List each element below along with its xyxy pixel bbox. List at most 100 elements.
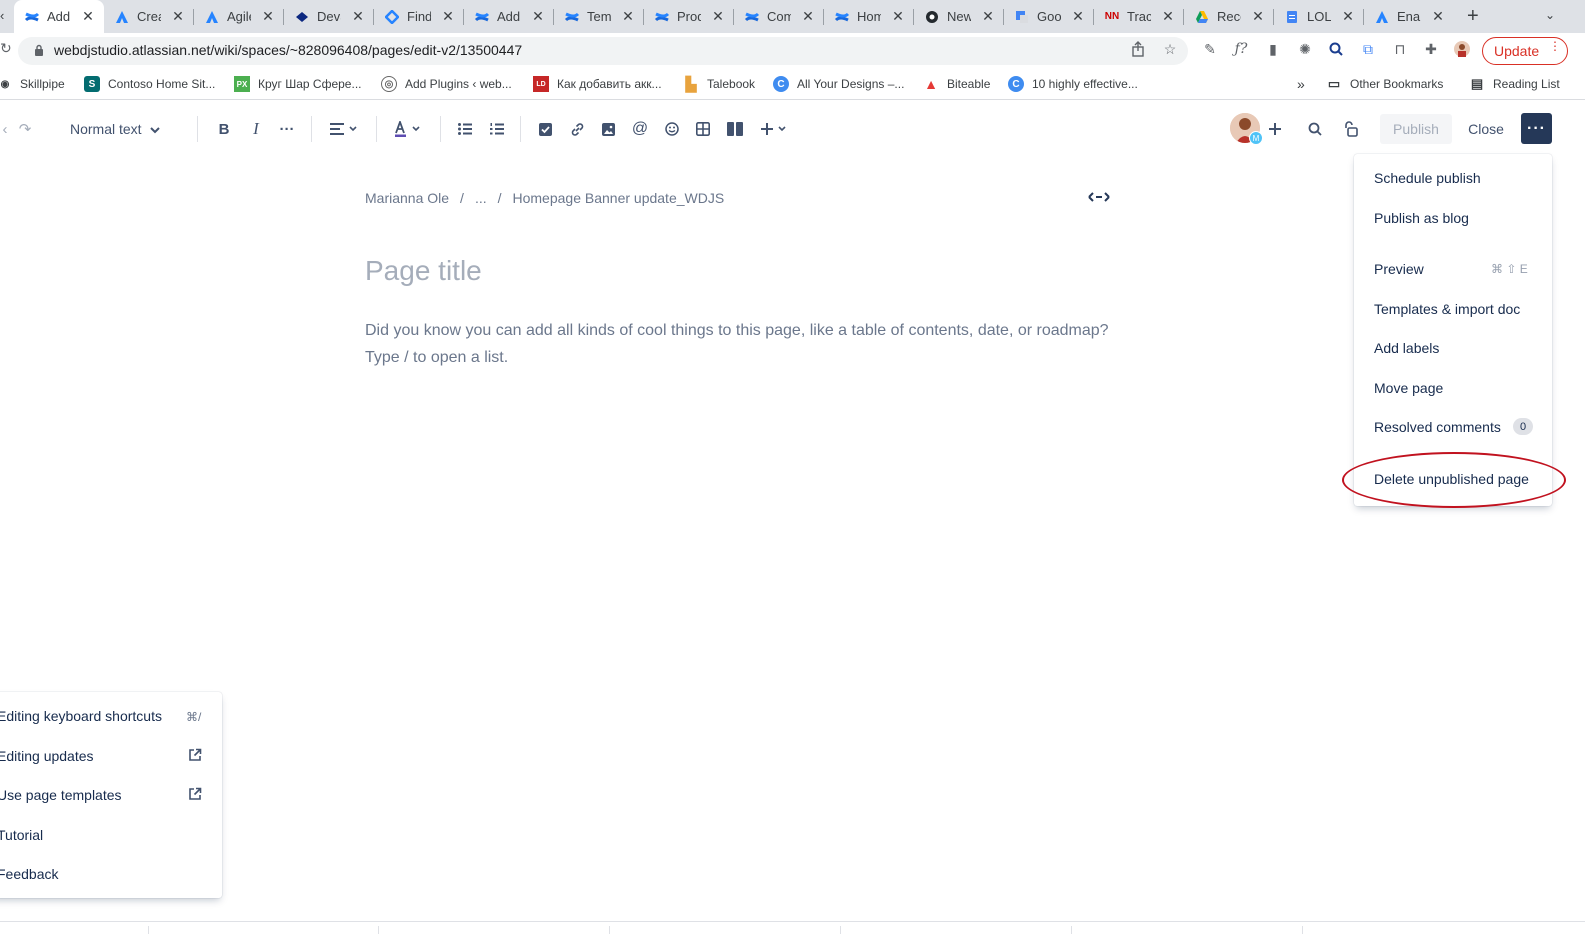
bookmark-item[interactable]: PX Круг Шар Сфере...: [234, 76, 361, 92]
browser-tab-active[interactable]: Add I ✕: [14, 0, 104, 33]
stamp-extension-icon[interactable]: ⊓: [1391, 40, 1409, 58]
help-item-keyboard-shortcuts[interactable]: Editing keyboard shortcuts: [0, 708, 162, 724]
reading-list-button[interactable]: ▤ Reading List: [1469, 76, 1560, 92]
menu-item-preview[interactable]: Preview: [1374, 261, 1424, 277]
browser-tab[interactable]: NN Track ✕: [1094, 0, 1184, 33]
close-tab-icon[interactable]: ✕: [1430, 8, 1446, 24]
editor-placeholder-hint[interactable]: Did you know you can add all kinds of co…: [365, 322, 1109, 340]
browser-tab[interactable]: Temp ✕: [554, 0, 644, 33]
help-item-tutorial[interactable]: Tutorial: [0, 827, 43, 843]
layout-columns-icon[interactable]: [726, 118, 744, 140]
text-color-dropdown[interactable]: [392, 118, 424, 140]
cast-extension-icon[interactable]: ⧉: [1359, 40, 1377, 58]
undo-icon[interactable]: ‹: [0, 118, 10, 140]
browser-tab[interactable]: Agile ✕: [194, 0, 284, 33]
close-tab-icon[interactable]: ✕: [710, 8, 726, 24]
update-browser-button[interactable]: Update ⋮: [1482, 37, 1568, 65]
bullet-list-icon[interactable]: [456, 118, 474, 140]
help-item-use-page-templates[interactable]: Use page templates: [0, 787, 122, 803]
browser-tab[interactable]: Crea ✕: [104, 0, 194, 33]
bookmark-item[interactable]: LD Как добавить акк...: [533, 76, 662, 92]
browser-tab[interactable]: Goog ✕: [1004, 0, 1094, 33]
gear-extension-icon[interactable]: ✺: [1296, 40, 1314, 58]
menu-item-templates-import[interactable]: Templates & import doc: [1374, 301, 1520, 317]
bookmark-item[interactable]: ▙ Talebook: [683, 76, 755, 92]
emoji-icon[interactable]: [663, 118, 681, 140]
italic-icon[interactable]: I: [247, 118, 265, 140]
lock-icon[interactable]: [34, 43, 44, 61]
page-width-toggle-icon[interactable]: [1088, 190, 1110, 206]
browser-tab[interactable]: DevS ✕: [284, 0, 374, 33]
bookmarks-overflow-button[interactable]: »: [1297, 76, 1305, 92]
tab-search-chevron-icon[interactable]: ⌄: [1545, 8, 1555, 22]
help-item-feedback[interactable]: Feedback: [0, 866, 58, 882]
browser-tab[interactable]: LOL ✕: [1274, 0, 1364, 33]
bookmark-item[interactable]: S Contoso Home Sit...: [84, 76, 215, 92]
invite-plus-icon[interactable]: [1266, 118, 1284, 140]
browser-tab[interactable]: Find ✕: [374, 0, 464, 33]
bookmark-item[interactable]: C 10 highly effective...: [1008, 76, 1138, 92]
more-actions-button[interactable]: ···: [1521, 113, 1552, 144]
browser-tab[interactable]: Enab ✕: [1364, 0, 1454, 33]
close-tab-icon[interactable]: ✕: [530, 8, 546, 24]
bookmark-item[interactable]: ◎ Add Plugins ‹ web...: [381, 76, 512, 92]
fonts-extension-icon[interactable]: ƒ?: [1232, 40, 1250, 58]
menu-item-move-page[interactable]: Move page: [1374, 380, 1443, 396]
text-style-dropdown[interactable]: Normal text: [70, 117, 160, 141]
breadcrumb-item[interactable]: Homepage Banner update_WDJS: [513, 190, 725, 206]
puzzle-extensions-icon[interactable]: ✚: [1422, 40, 1440, 58]
profile-avatar-icon[interactable]: [1453, 40, 1471, 58]
bookmark-item[interactable]: ▲ Biteable: [923, 76, 990, 92]
browser-tab[interactable]: Com ✕: [734, 0, 824, 33]
editor-placeholder-hint[interactable]: Type / to open a list.: [365, 349, 508, 367]
share-icon[interactable]: [1129, 40, 1147, 58]
url-text[interactable]: webdjstudio.atlassian.net/wiki/spaces/~8…: [54, 42, 522, 58]
close-tab-icon[interactable]: ✕: [170, 8, 186, 24]
eyedropper-extension-icon[interactable]: ✎: [1201, 40, 1219, 58]
close-tab-icon[interactable]: ✕: [1340, 8, 1356, 24]
numbered-list-icon[interactable]: [488, 118, 506, 140]
alignment-dropdown[interactable]: [328, 118, 360, 140]
bookmark-item[interactable]: C All Your Designs –...: [773, 76, 904, 92]
close-tab-icon[interactable]: ✕: [260, 8, 276, 24]
bookmark-item[interactable]: ◉ Skillpipe: [0, 76, 65, 92]
mention-icon[interactable]: @: [631, 118, 649, 140]
link-icon[interactable]: [568, 118, 586, 140]
other-bookmarks-folder[interactable]: ▭ Other Bookmarks: [1326, 76, 1444, 92]
browser-tab[interactable]: Hom ✕: [824, 0, 914, 33]
breadcrumb-item[interactable]: Marianna Ole: [365, 190, 449, 206]
browser-tab[interactable]: Add ✕: [464, 0, 554, 33]
search-icon[interactable]: [1306, 118, 1324, 140]
redo-icon[interactable]: ↷: [16, 118, 34, 140]
insert-more-dropdown[interactable]: [758, 118, 790, 140]
bookmark-star-icon[interactable]: ☆: [1161, 40, 1179, 58]
menu-item-schedule-publish[interactable]: Schedule publish: [1374, 170, 1481, 186]
close-tab-icon[interactable]: ✕: [1070, 8, 1086, 24]
menu-item-delete-unpublished-page[interactable]: Delete unpublished page: [1374, 471, 1529, 487]
close-tab-icon[interactable]: ✕: [1160, 8, 1176, 24]
close-tab-icon[interactable]: ✕: [980, 8, 996, 24]
new-tab-button[interactable]: +: [1467, 5, 1479, 28]
extension-icon[interactable]: ▮: [1264, 40, 1282, 58]
action-item-checkbox-icon[interactable]: [536, 118, 554, 140]
tab-scroll-left-icon[interactable]: ‹: [0, 8, 4, 23]
close-tab-icon[interactable]: ✕: [350, 8, 366, 24]
more-formatting-icon[interactable]: ···: [278, 118, 296, 140]
page-title[interactable]: Page title: [365, 255, 482, 287]
menu-item-add-labels[interactable]: Add labels: [1374, 340, 1439, 356]
restrictions-unlock-icon[interactable]: [1343, 118, 1361, 140]
close-tab-icon[interactable]: ✕: [440, 8, 456, 24]
close-tab-icon[interactable]: ✕: [1250, 8, 1266, 24]
table-icon[interactable]: [694, 118, 712, 140]
close-tab-icon[interactable]: ✕: [800, 8, 816, 24]
help-item-editing-updates[interactable]: Editing updates: [0, 748, 94, 764]
close-tab-icon[interactable]: ✕: [620, 8, 636, 24]
close-tab-icon[interactable]: ✕: [80, 8, 96, 24]
breadcrumb-ellipsis[interactable]: ...: [475, 190, 487, 206]
browser-tab[interactable]: Prod ✕: [644, 0, 734, 33]
image-icon[interactable]: [599, 118, 617, 140]
close-tab-icon[interactable]: ✕: [890, 8, 906, 24]
reload-icon[interactable]: ↻: [0, 40, 12, 57]
menu-item-resolved-comments[interactable]: Resolved comments: [1374, 419, 1501, 435]
bold-icon[interactable]: B: [215, 118, 233, 140]
